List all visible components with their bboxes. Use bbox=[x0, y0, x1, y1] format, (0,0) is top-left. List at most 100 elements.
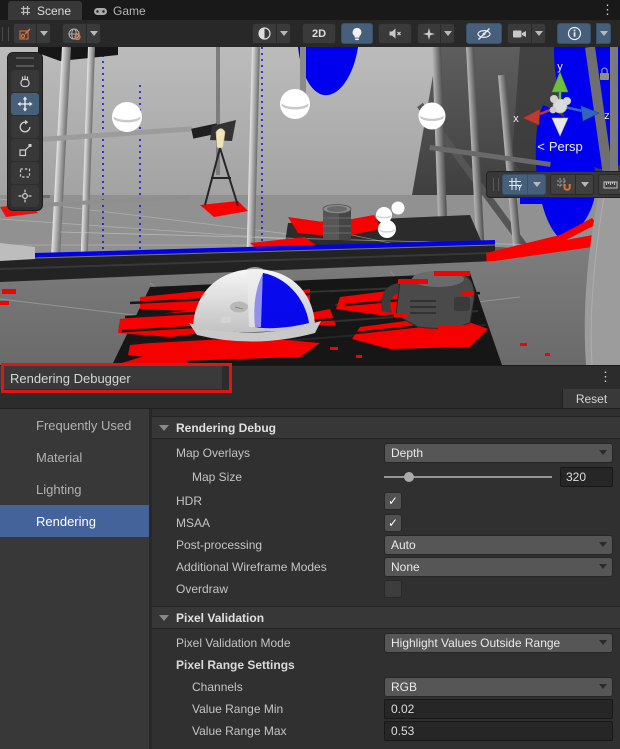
projection-label[interactable]: <Persp bbox=[505, 139, 615, 154]
chevron-down-icon bbox=[280, 31, 288, 36]
front-axis-cone[interactable] bbox=[552, 118, 568, 136]
pixel-validation-mode-dropdown[interactable]: Highlight Values Outside Range bbox=[384, 633, 613, 653]
scene-viewport[interactable]: y x z <Persp Y bbox=[0, 47, 620, 365]
chevron-down-icon bbox=[581, 182, 589, 187]
reset-button[interactable]: Reset bbox=[562, 389, 620, 408]
x-axis-cone[interactable] bbox=[523, 109, 540, 125]
effects-star-icon bbox=[422, 27, 436, 41]
value-range-min-field[interactable]: 0.02 bbox=[384, 699, 613, 719]
debugger-content: Rendering Debug Map Overlays Depth Map S… bbox=[152, 409, 620, 749]
tool-handle-position-button[interactable] bbox=[13, 23, 36, 44]
scene-grid-icon bbox=[19, 4, 32, 17]
msaa-checkbox[interactable]: ✓ bbox=[384, 514, 402, 532]
debugger-menu-button[interactable]: ⋮ bbox=[599, 369, 612, 385]
sidebar-item-material[interactable]: Material bbox=[0, 441, 149, 473]
scale-tool-button[interactable] bbox=[11, 139, 39, 161]
scene-camera-button[interactable] bbox=[507, 23, 531, 44]
map-size-field[interactable]: 320 bbox=[560, 467, 613, 487]
scene-lighting-toggle[interactable] bbox=[341, 23, 373, 44]
hand-icon bbox=[17, 73, 33, 89]
setting-row-value-range-max: Value Range Max 0.53 bbox=[152, 720, 620, 742]
y-axis-cone[interactable] bbox=[552, 72, 568, 92]
setting-label: Value Range Max bbox=[176, 724, 384, 738]
section-header-pixel-validation[interactable]: Pixel Validation bbox=[152, 606, 620, 629]
globe-icon bbox=[67, 27, 82, 41]
chevron-down-icon bbox=[600, 31, 608, 36]
light-bulb-icon bbox=[351, 27, 363, 41]
overlay-drag-handle[interactable] bbox=[493, 178, 499, 191]
shading-mode-button[interactable] bbox=[252, 23, 276, 44]
move-tool-button[interactable] bbox=[11, 93, 39, 115]
tool-handle-position-dropdown[interactable] bbox=[36, 23, 51, 44]
window-menu-button[interactable]: ⋮ bbox=[601, 1, 614, 19]
transform-icon bbox=[17, 188, 33, 204]
chevron-down-icon bbox=[535, 31, 543, 36]
setting-label: Channels bbox=[176, 680, 384, 694]
2d-mode-toggle[interactable]: 2D bbox=[302, 23, 336, 44]
rect-tool-button[interactable] bbox=[11, 162, 39, 184]
chevron-down-icon bbox=[40, 31, 48, 36]
overdraw-checkbox[interactable] bbox=[384, 580, 402, 598]
transform-tool-button[interactable] bbox=[11, 185, 39, 207]
map-size-slider[interactable] bbox=[384, 470, 552, 484]
tab-game[interactable]: Game bbox=[82, 1, 157, 20]
game-gamepad-icon bbox=[93, 5, 108, 17]
snap-increment-button[interactable] bbox=[598, 174, 620, 195]
slider-thumb[interactable] bbox=[404, 472, 414, 482]
hdr-checkbox[interactable]: ✓ bbox=[384, 492, 402, 510]
camera-icon bbox=[512, 28, 527, 40]
setting-row-map-size: Map Size 320 bbox=[152, 464, 620, 490]
channels-dropdown[interactable]: RGB bbox=[384, 677, 613, 697]
debugger-sidebar: Frequently Used Material Lighting Render… bbox=[0, 409, 152, 749]
grid-snapping-button[interactable] bbox=[550, 174, 575, 195]
setting-label: HDR bbox=[176, 494, 384, 508]
tool-handle-rotation-button[interactable] bbox=[62, 23, 86, 44]
tool-handle-rotation-dropdown[interactable] bbox=[86, 23, 101, 44]
dropdown-arrow-icon bbox=[599, 450, 607, 455]
grid-visibility-dropdown[interactable] bbox=[527, 174, 546, 195]
setting-label: Pixel Range Settings bbox=[176, 658, 384, 672]
grid-visibility-button[interactable]: Y bbox=[502, 174, 527, 195]
debug-draw-mode-dropdown[interactable] bbox=[596, 23, 611, 44]
overlay-drag-handle[interactable] bbox=[2, 27, 9, 41]
overlay-drag-handle[interactable] bbox=[16, 57, 34, 67]
sidebar-item-rendering[interactable]: Rendering bbox=[0, 505, 149, 537]
section-header-rendering-debug[interactable]: Rendering Debug bbox=[152, 416, 620, 439]
value-range-max-field[interactable]: 0.53 bbox=[384, 721, 613, 741]
rendering-debugger-tab[interactable]: Rendering Debugger bbox=[0, 366, 222, 390]
scene-toolbar: 2D bbox=[0, 20, 620, 48]
grid-snapping-dropdown[interactable] bbox=[575, 174, 594, 195]
grid-snap-magnet-icon bbox=[556, 177, 571, 192]
audio-muted-icon bbox=[388, 27, 402, 40]
sidebar-item-lighting[interactable]: Lighting bbox=[0, 473, 149, 505]
scene-effects-button[interactable] bbox=[417, 23, 440, 44]
dropdown-arrow-icon bbox=[599, 640, 607, 645]
post-processing-dropdown[interactable]: Auto bbox=[384, 535, 613, 555]
scene-visibility-toggle[interactable] bbox=[466, 23, 502, 44]
setting-label: Value Range Min bbox=[176, 702, 384, 716]
z-axis-cone[interactable] bbox=[581, 106, 599, 121]
tools-overlay bbox=[7, 52, 43, 211]
scene-camera-dropdown[interactable] bbox=[531, 23, 546, 44]
rotate-tool-button[interactable] bbox=[11, 116, 39, 138]
tab-scene[interactable]: Scene bbox=[8, 1, 82, 20]
shaded-sphere-icon bbox=[257, 26, 272, 41]
axis-label-x: x bbox=[513, 113, 519, 125]
setting-label: Post-processing bbox=[176, 538, 384, 552]
chevron-down-icon bbox=[533, 182, 541, 187]
view-tool-button[interactable] bbox=[11, 70, 39, 92]
additional-wireframe-modes-dropdown[interactable]: None bbox=[384, 557, 613, 577]
sidebar-item-frequently-used[interactable]: Frequently Used bbox=[0, 409, 149, 441]
shading-mode-dropdown[interactable] bbox=[276, 23, 291, 44]
check-icon: ✓ bbox=[388, 517, 398, 529]
map-overlays-dropdown[interactable]: Depth bbox=[384, 443, 613, 463]
debug-draw-mode-button[interactable] bbox=[557, 23, 591, 44]
scene-effects-dropdown[interactable] bbox=[440, 23, 455, 44]
setting-label: MSAA bbox=[176, 516, 384, 530]
scene-audio-toggle[interactable] bbox=[378, 23, 412, 44]
scale-icon bbox=[17, 142, 33, 158]
setting-row-value-range-min: Value Range Min 0.02 bbox=[152, 698, 620, 720]
setting-label: Overdraw bbox=[176, 582, 384, 596]
setting-label: Pixel Validation Mode bbox=[176, 636, 384, 650]
lock-icon[interactable] bbox=[600, 68, 609, 80]
